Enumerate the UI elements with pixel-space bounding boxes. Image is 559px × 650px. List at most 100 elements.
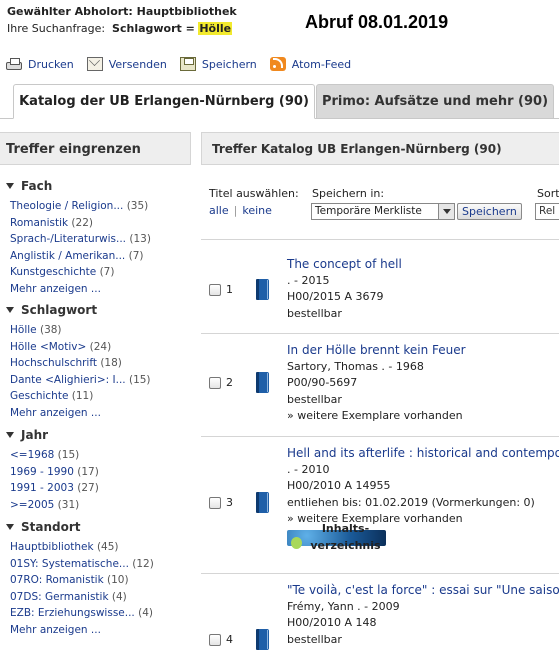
facet-item[interactable]: Romanistik (22) (10, 215, 191, 232)
record-checkbox[interactable] (209, 634, 221, 646)
record-shelfmark: H00/2010 A 148 (287, 616, 377, 629)
facet-title[interactable]: Fach (0, 178, 191, 194)
facet-item[interactable]: Theologie / Religion... (35) (10, 198, 191, 215)
toc-label-line2: verzeichnis (310, 538, 381, 552)
search-query: Ihre Suchanfrage: Schlagwort = Hölle (7, 22, 233, 35)
record-shelfmark: P00/90-5697 (287, 376, 358, 389)
select-links: alle | keine (209, 204, 272, 217)
book-icon (256, 279, 269, 300)
save-target-select[interactable]: Temporäre Merkliste (311, 203, 455, 220)
envelope-icon (86, 57, 103, 71)
sort-select[interactable]: Rel (535, 203, 559, 220)
save-to-list-button[interactable]: Speichern (457, 203, 522, 220)
save-label: Speichern (201, 57, 257, 71)
facet-item[interactable]: Sprach-/Literaturwis... (13) (10, 231, 191, 248)
record-info: Hell and its afterlife : historical and … (287, 445, 559, 552)
retrieval-date-note: Abruf 08.01.2019 (305, 12, 449, 32)
record-info: In der Hölle brennt kein Feuer Sartory, … (287, 342, 559, 425)
facet-location: Standort Hauptbibliothek (45) 01SY: Syst… (0, 519, 191, 638)
pickup-location: Gewählter Abholort: Hauptbibliothek (7, 5, 237, 18)
facet-keyword: Schlagwort Hölle (38) Hölle <Motiv> (24)… (0, 302, 191, 421)
show-more-link[interactable]: Mehr anzeigen ... (10, 281, 191, 298)
select-titles-label: Titel auswählen: (209, 187, 299, 200)
sidebar-title: Treffer eingrenzen (0, 132, 191, 165)
send-button[interactable]: Versenden (86, 57, 167, 71)
chevron-down-icon (438, 204, 454, 219)
record-title[interactable]: In der Hölle brennt kein Feuer (287, 342, 559, 359)
facet-item[interactable]: Kunstgeschichte (7) (10, 264, 191, 281)
select-all-link[interactable]: alle (209, 204, 229, 217)
facet-item[interactable]: Hölle <Motiv> (24) (10, 339, 191, 356)
send-label: Versenden (108, 57, 167, 71)
record-number: 2 (226, 376, 233, 389)
toolbar: Drucken Versenden Speichern Atom-Feed (6, 55, 364, 73)
record-shelfmark: H00/2010 A 14955 (287, 479, 391, 492)
tab-primo[interactable]: Primo: Aufsätze und mehr (90) (316, 84, 554, 119)
facet-item[interactable]: 01SY: Systematische... (12) (10, 556, 191, 573)
record-checkbox[interactable] (209, 497, 221, 509)
facet-item[interactable]: Dante <Alighieri>: I... (15) (10, 372, 191, 389)
facet-item[interactable]: Hauptbibliothek (45) (10, 539, 191, 556)
save-button[interactable]: Speichern (179, 57, 257, 71)
facet-item[interactable]: 07DS: Germanistik (4) (10, 589, 191, 606)
results-title: Treffer Katalog UB Erlangen-Nürnberg (90… (201, 132, 559, 165)
search-query-value: Hölle (198, 22, 233, 35)
book-icon (256, 492, 269, 513)
results-divider (201, 436, 559, 437)
facet-title[interactable]: Jahr (0, 427, 191, 443)
atom-feed-button[interactable]: Atom-Feed (269, 57, 352, 71)
search-query-prefix: Ihre Suchanfrage: (7, 22, 106, 35)
record-number: 3 (226, 496, 233, 509)
facet-item[interactable]: 1969 - 1990 (17) (10, 464, 191, 481)
facet-year: Jahr <=1968 (15) 1969 - 1990 (17) 1991 -… (0, 427, 191, 513)
record-meta: Sartory, Thomas . - 1968 (287, 359, 424, 373)
results-divider (201, 573, 559, 574)
record-info: The concept of hell . - 2015 H00/2015 A … (287, 256, 559, 322)
availability-link[interactable]: bestellbar (287, 306, 559, 323)
record-title[interactable]: Hell and its afterlife : historical and … (287, 445, 559, 462)
facet-item[interactable]: Geschichte (11) (10, 388, 191, 405)
more-copies-link[interactable]: » weitere Exemplare vorhanden (287, 408, 559, 425)
results-divider (201, 333, 559, 334)
save-in-label: Speichern in: (312, 187, 385, 200)
facet-item[interactable]: Anglistik / Amerikan... (7) (10, 248, 191, 265)
facet-title[interactable]: Standort (0, 519, 191, 535)
record-info: "Te voilà, c'est la force" : essai sur "… (287, 582, 559, 648)
record-title[interactable]: "Te voilà, c'est la force" : essai sur "… (287, 582, 559, 599)
facet-item[interactable]: 1991 - 2003 (27) (10, 480, 191, 497)
save-target-value: Temporäre Merkliste (315, 205, 422, 217)
collapse-triangle-icon (6, 183, 14, 189)
facet-item[interactable]: Hölle (38) (10, 322, 191, 339)
record-checkbox[interactable] (209, 284, 221, 296)
facet-item[interactable]: EZB: Erziehungswisse... (4) (10, 605, 191, 622)
save-icon (179, 57, 196, 71)
show-more-link[interactable]: Mehr anzeigen ... (10, 405, 191, 422)
collapse-triangle-icon (6, 307, 14, 313)
sort-label: Sort (537, 187, 559, 200)
results-divider (201, 239, 559, 240)
facet-item[interactable]: 07RO: Romanistik (10) (10, 572, 191, 589)
record-meta: . - 2010 (287, 462, 330, 476)
tab-catalog[interactable]: Katalog der UB Erlangen-Nürnberg (90) (13, 84, 315, 119)
availability-link[interactable]: entliehen bis: 01.02.2019 (Vormerkungen:… (287, 495, 559, 512)
show-more-link[interactable]: Mehr anzeigen ... (10, 622, 191, 639)
table-of-contents-button[interactable]: Inhalts- verzeichnis (287, 522, 386, 552)
facet-title[interactable]: Schlagwort (0, 302, 191, 318)
print-label: Drucken (28, 57, 74, 71)
book-icon (256, 372, 269, 393)
toc-label-line1: Inhalts- (321, 522, 370, 536)
record-shelfmark: H00/2015 A 3679 (287, 290, 384, 303)
search-query-key: Schlagwort = (112, 22, 195, 35)
record-meta: . - 2015 (287, 273, 330, 287)
atom-feed-label: Atom-Feed (291, 57, 352, 71)
facet-item[interactable]: Hochschulschrift (18) (10, 355, 191, 372)
facet-item[interactable]: <=1968 (15) (10, 447, 191, 464)
availability-link[interactable]: bestellbar (287, 392, 559, 409)
collapse-triangle-icon (6, 432, 14, 438)
print-button[interactable]: Drucken (6, 58, 74, 71)
print-icon (6, 58, 22, 70)
record-checkbox[interactable] (209, 377, 221, 389)
select-none-link[interactable]: keine (242, 204, 272, 217)
record-title[interactable]: The concept of hell (287, 256, 559, 273)
facet-item[interactable]: >=2005 (31) (10, 497, 191, 514)
